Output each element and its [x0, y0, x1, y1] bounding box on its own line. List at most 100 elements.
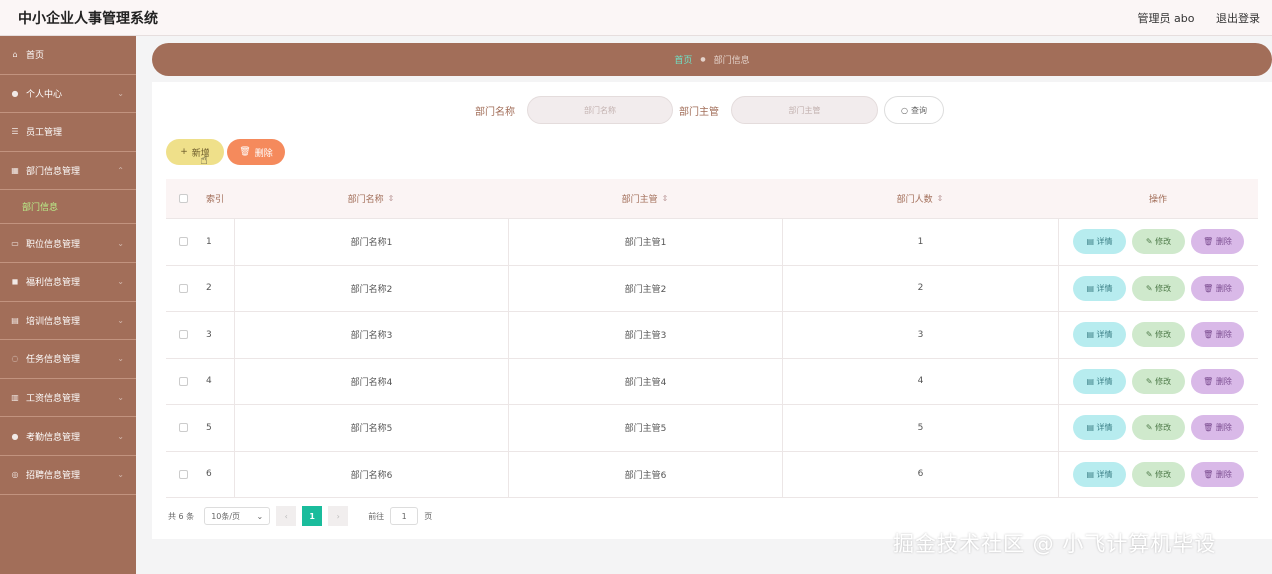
app-title: 中小企业人事管理系统	[18, 11, 158, 27]
add-button[interactable]: + 新增	[166, 139, 224, 165]
col-dept-manager[interactable]: 部门主管 ⇕	[508, 179, 782, 218]
row-checkbox[interactable]	[178, 423, 188, 433]
logout-link[interactable]: 退出登录	[1216, 12, 1260, 25]
trash-icon: 🗑	[1203, 237, 1214, 247]
sidebar-item-departments[interactable]: ▦ 部门信息管理 ⌃	[0, 152, 136, 191]
pencil-icon: ✎	[1145, 330, 1153, 340]
detail-button[interactable]: ▤ 详情	[1073, 461, 1126, 487]
delete-row-button[interactable]: 🗑 删除	[1191, 368, 1244, 394]
delete-row-button[interactable]: 🗑 删除	[1191, 415, 1244, 441]
detail-button[interactable]: ▤ 详情	[1073, 229, 1126, 255]
dept-name-input[interactable]: 部门名称	[527, 96, 673, 124]
dept-manager-label: 部门主管	[679, 107, 719, 118]
list-icon: ☰	[11, 127, 19, 137]
pencil-icon: ✎	[1145, 376, 1153, 386]
table-header: 索引 部门名称 ⇕ 部门主管 ⇕ 部门人数 ⇕ 操作	[166, 179, 1258, 219]
edit-button[interactable]: ✎ 修改	[1132, 229, 1185, 255]
sidebar-item-recruitment[interactable]: ◎ 招聘信息管理 ⌄	[0, 456, 136, 495]
sidebar-item-employees[interactable]: ☰ 员工管理	[0, 113, 136, 152]
trash-icon: 🗑	[1203, 330, 1214, 340]
sort-icon[interactable]: ⇕	[937, 194, 944, 203]
cell-dept-name: 部门名称1	[234, 219, 508, 265]
edit-button[interactable]: ✎ 修改	[1132, 322, 1185, 348]
sidebar-item-label: 福利信息管理	[26, 278, 81, 289]
sidebar-item-profile[interactable]: ● 个人中心 ⌄	[0, 75, 136, 114]
delete-row-button[interactable]: 🗑 删除	[1191, 461, 1244, 487]
sidebar-item-label: 招聘信息管理	[26, 471, 81, 482]
cell-dept-name: 部门名称6	[234, 451, 508, 497]
sidebar: ⌂ 首页 ● 个人中心 ⌄ ☰ 员工管理 ▦ 部门信息管理 ⌃ 部门信息 ▭ 职位信息管理 ⌄ …	[0, 36, 136, 574]
cell-dept-manager: 部门主管1	[508, 219, 782, 265]
recruit-icon: ◎	[11, 470, 19, 480]
plus-icon: +	[180, 147, 188, 157]
admin-user-label[interactable]: 管理员 abo	[1138, 12, 1195, 25]
sidebar-item-home[interactable]: ⌂ 首页	[0, 36, 136, 75]
sidebar-item-tasks[interactable]: ◌ 任务信息管理 ⌄	[0, 340, 136, 379]
sidebar-subitem-dept-info[interactable]: 部门信息	[0, 190, 136, 225]
delete-row-button[interactable]: 🗑 删除	[1191, 229, 1244, 255]
sidebar-item-positions[interactable]: ▭ 职位信息管理 ⌄	[0, 224, 136, 263]
table-row: 2 部门名称2 部门主管2 2 ▤ 详情 ✎ 修改 🗑 删除	[166, 265, 1258, 312]
col-dept-name[interactable]: 部门名称 ⇕	[234, 179, 508, 218]
goto-page-input[interactable]: 1	[390, 507, 419, 525]
delete-row-button[interactable]: 🗑 删除	[1191, 275, 1244, 301]
doc-icon: ▤	[1086, 423, 1094, 433]
trash-icon: 🗑	[1203, 469, 1214, 479]
sort-icon[interactable]: ⇕	[388, 194, 395, 203]
row-checkbox[interactable]	[178, 469, 188, 479]
sidebar-item-training[interactable]: ▤ 培训信息管理 ⌄	[0, 302, 136, 341]
pencil-icon: ✎	[1145, 423, 1153, 433]
breadcrumb-current: 部门信息	[713, 56, 750, 66]
col-dept-count[interactable]: 部门人数 ⇕	[782, 179, 1058, 218]
cell-dept-name: 部门名称5	[234, 405, 508, 451]
batch-delete-button[interactable]: 🗑 删除	[227, 139, 285, 165]
department-table: 索引 部门名称 ⇕ 部门主管 ⇕ 部门人数 ⇕ 操作 1 部门名称1 部门主管1 1 …	[166, 179, 1258, 498]
sidebar-item-attendance[interactable]: ● 考勤信息管理 ⌄	[0, 417, 136, 456]
chevron-down-icon: ⌄	[117, 354, 124, 364]
sidebar-item-label: 员工管理	[26, 128, 63, 139]
breadcrumb: 首页 ● 部门信息	[152, 43, 1272, 76]
trash-icon: 🗑	[1203, 423, 1214, 433]
edit-button[interactable]: ✎ 修改	[1132, 461, 1185, 487]
page-suffix: 页	[424, 511, 433, 521]
cell-dept-count: 2	[782, 265, 1058, 311]
detail-button[interactable]: ▤ 详情	[1073, 322, 1126, 348]
breadcrumb-home[interactable]: 首页	[674, 53, 692, 66]
next-page-button[interactable]: ›	[328, 506, 349, 526]
cell-index: 1	[206, 236, 212, 247]
doc-icon: ▤	[1086, 469, 1094, 479]
delete-row-button[interactable]: 🗑 删除	[1191, 322, 1244, 348]
detail-button[interactable]: ▤ 详情	[1073, 368, 1126, 394]
query-button[interactable]: ○ 查询	[884, 96, 944, 124]
detail-button[interactable]: ▤ 详情	[1073, 275, 1126, 301]
cell-dept-name: 部门名称3	[234, 312, 508, 358]
edit-button[interactable]: ✎ 修改	[1132, 275, 1185, 301]
row-checkbox[interactable]	[178, 376, 188, 386]
row-checkbox[interactable]	[178, 330, 188, 340]
cell-dept-count: 6	[782, 451, 1058, 497]
page-size-select[interactable]: 10条/页 ⌄	[204, 507, 271, 525]
row-checkbox[interactable]	[178, 237, 188, 247]
page-number-current[interactable]: 1	[302, 506, 323, 526]
doc-icon: ▤	[1086, 283, 1094, 293]
edit-button[interactable]: ✎ 修改	[1132, 415, 1185, 441]
pointer-cursor-icon: ☝	[200, 153, 208, 168]
detail-button[interactable]: ▤ 详情	[1073, 415, 1126, 441]
table-row: 3 部门名称3 部门主管3 3 ▤ 详情 ✎ 修改 🗑 删除	[166, 312, 1258, 359]
chevron-left-icon: ‹	[284, 511, 288, 521]
cell-dept-count: 3	[782, 312, 1058, 358]
sidebar-item-label: 职位信息管理	[26, 239, 81, 250]
row-checkbox[interactable]	[178, 283, 188, 293]
edit-button[interactable]: ✎ 修改	[1132, 368, 1185, 394]
cell-dept-count: 4	[782, 358, 1058, 404]
sort-icon[interactable]: ⇕	[662, 194, 669, 203]
col-index: 索引	[206, 195, 225, 205]
sidebar-item-benefits[interactable]: ◼ 福利信息管理 ⌄	[0, 263, 136, 302]
prev-page-button[interactable]: ‹	[276, 506, 297, 526]
query-label: 查询	[910, 105, 927, 115]
dept-manager-input[interactable]: 部门主管	[731, 96, 878, 124]
cell-index: 5	[206, 422, 212, 433]
sidebar-item-salary[interactable]: ▥ 工资信息管理 ⌄	[0, 379, 136, 418]
select-all-checkbox[interactable]	[178, 194, 188, 203]
sidebar-item-label: 部门信息管理	[26, 167, 81, 178]
